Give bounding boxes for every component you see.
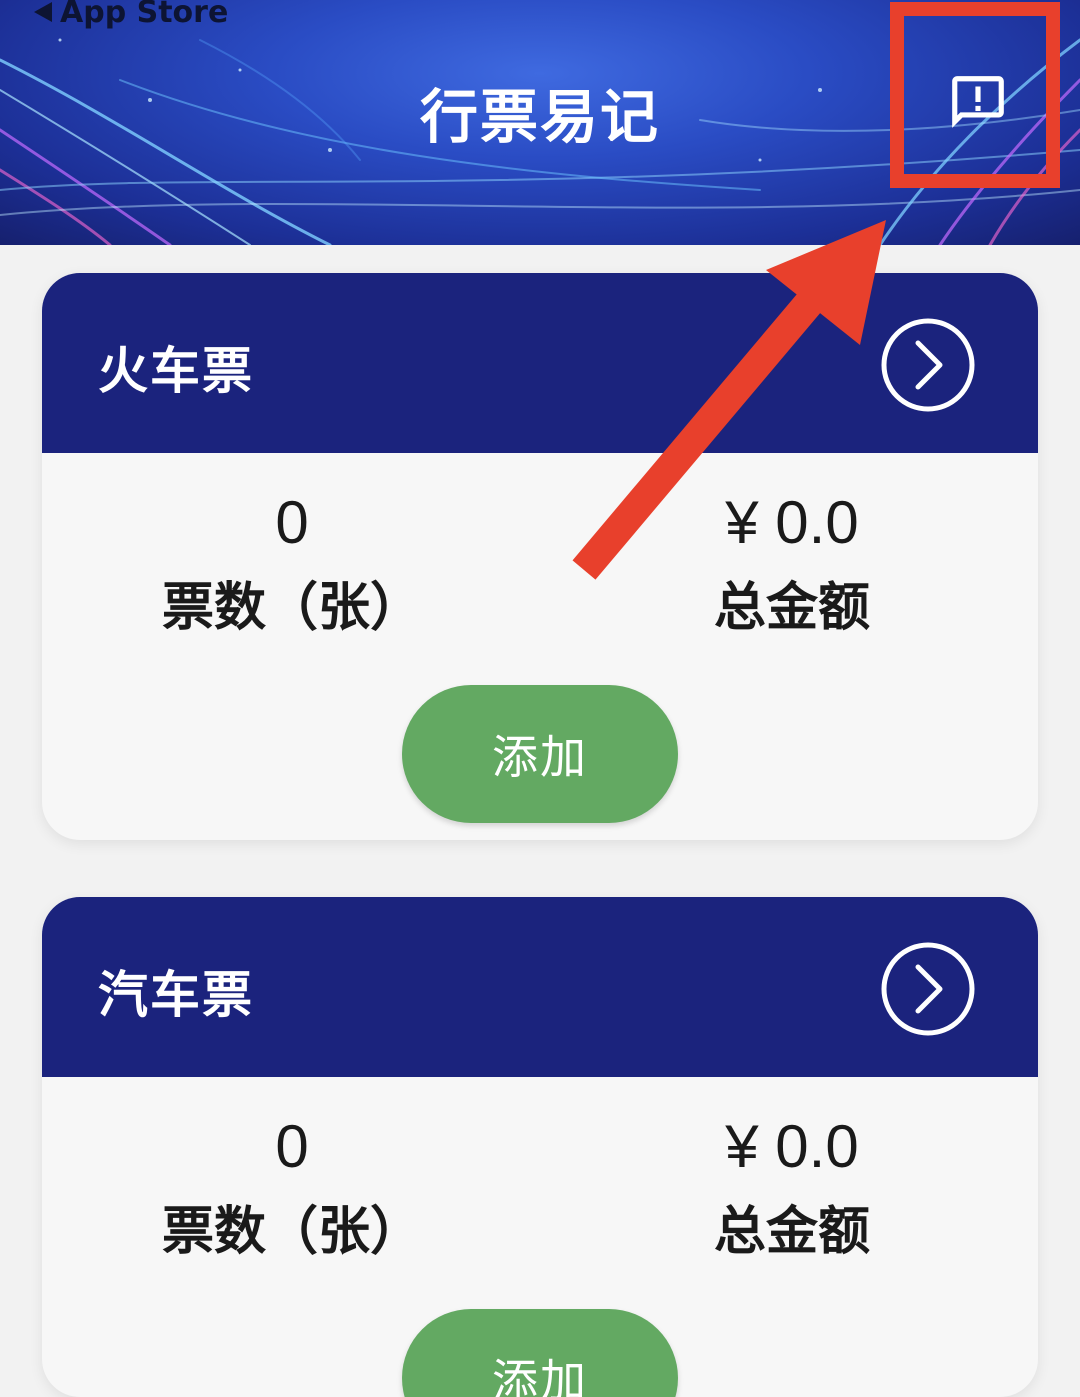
total-amount-value: ¥ 0.0	[725, 1113, 859, 1180]
total-amount-value: ¥ 0.0	[725, 489, 859, 556]
ticket-card-bus: 汽车票 0 票数（张） ¥ 0.0 总金额 添加	[42, 897, 1038, 1397]
ticket-count-value: 0	[275, 489, 309, 556]
card-header: 火车票	[42, 273, 1038, 453]
chevron-right-circle-icon[interactable]	[880, 317, 976, 413]
card-header: 汽车票	[42, 897, 1038, 1077]
add-button[interactable]: 添加	[402, 1309, 678, 1397]
ticket-count-stat: 0 票数（张）	[102, 488, 482, 640]
total-amount-label: 总金额	[713, 1202, 870, 1262]
total-amount-stat: ¥ 0.0 总金额	[602, 488, 982, 640]
card-title: 火车票	[98, 342, 254, 400]
ticket-count-label: 票数（张）	[161, 1202, 422, 1262]
card-title: 汽车票	[98, 966, 254, 1024]
total-amount-stat: ¥ 0.0 总金额	[602, 1112, 982, 1264]
add-button[interactable]: 添加	[402, 685, 678, 823]
ticket-count-value: 0	[275, 1113, 309, 1180]
back-label: App Store	[60, 0, 229, 30]
ticket-count-stat: 0 票数（张）	[102, 1112, 482, 1264]
total-amount-label: 总金额	[713, 578, 870, 638]
ticket-card-train: 火车票 0 票数（张） ¥ 0.0 总金额 添加	[42, 273, 1038, 840]
back-triangle-icon	[34, 2, 52, 22]
ticket-count-label: 票数（张）	[161, 578, 422, 638]
annotation-highlight-box	[890, 2, 1060, 188]
back-to-app-store[interactable]: App Store	[34, 0, 228, 30]
chevron-right-circle-icon[interactable]	[880, 941, 976, 1037]
